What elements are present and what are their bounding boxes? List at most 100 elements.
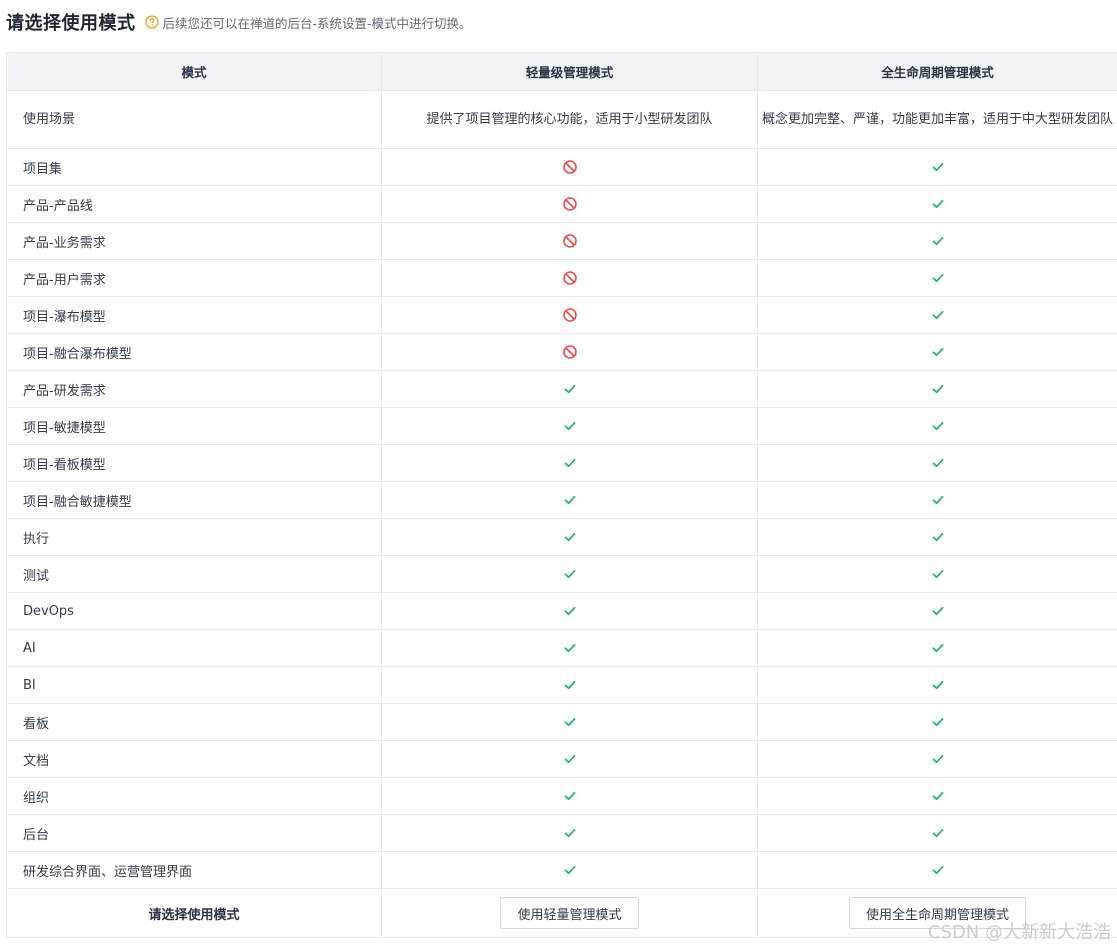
feature-label: 研发综合界面、运营管理界面 — [6, 851, 382, 889]
feature-label: DevOps — [6, 592, 382, 630]
question-circle-icon[interactable] — [144, 15, 159, 29]
forbidden-icon — [562, 233, 578, 249]
check-icon — [562, 566, 578, 582]
feature-label: 项目-敏捷模型 — [6, 407, 382, 445]
full-support-cell — [757, 444, 1117, 482]
mode-switch-hint: 后续您还可以在禅道的后台-系统设置-模式中进行切换。 — [162, 15, 472, 31]
check-icon — [562, 529, 578, 545]
feature-label: 看板 — [6, 703, 382, 741]
table-row: 研发综合界面、运营管理界面 — [6, 851, 1117, 889]
check-icon — [930, 455, 946, 471]
light-support-cell — [381, 370, 758, 408]
check-icon — [562, 492, 578, 508]
table-row: DevOps — [6, 592, 1117, 630]
table-row: 项目-敏捷模型 — [6, 407, 1117, 445]
scenario-row: 使用场景 提供了项目管理的核心功能，适用于小型研发团队 概念更加完整、严谨，功能… — [6, 90, 1117, 149]
feature-label: 执行 — [6, 518, 382, 556]
table-row: 项目集 — [6, 148, 1117, 186]
light-support-cell — [381, 555, 758, 593]
full-support-cell — [757, 370, 1117, 408]
light-support-cell — [381, 814, 758, 852]
scenario-light-text: 提供了项目管理的核心功能，适用于小型研发团队 — [381, 90, 758, 149]
feature-label: BI — [6, 666, 382, 704]
footer-label: 请选择使用模式 — [6, 888, 382, 938]
table-row: 组织 — [6, 777, 1117, 815]
check-icon — [930, 344, 946, 360]
check-icon — [930, 862, 946, 878]
table-row: 看板 — [6, 703, 1117, 741]
check-icon — [930, 233, 946, 249]
table-row: 产品-业务需求 — [6, 222, 1117, 260]
check-icon — [930, 566, 946, 582]
check-icon — [562, 714, 578, 730]
full-support-cell — [757, 222, 1117, 260]
light-support-cell — [381, 740, 758, 778]
table-row: 项目-看板模型 — [6, 444, 1117, 482]
feature-label: 测试 — [6, 555, 382, 593]
watermark: CSDN @大新新大浩浩 — [927, 922, 1111, 943]
forbidden-icon — [562, 159, 578, 175]
full-support-cell — [757, 703, 1117, 741]
feature-label: 产品-产品线 — [6, 185, 382, 223]
check-icon — [930, 381, 946, 397]
light-support-cell — [381, 666, 758, 704]
column-header-light: 轻量级管理模式 — [381, 52, 758, 91]
feature-label: 组织 — [6, 777, 382, 815]
light-support-cell — [381, 185, 758, 223]
full-support-cell — [757, 740, 1117, 778]
check-icon — [930, 603, 946, 619]
check-icon — [562, 455, 578, 471]
check-icon — [562, 825, 578, 841]
full-support-cell — [757, 481, 1117, 519]
light-support-cell — [381, 629, 758, 667]
check-icon — [930, 788, 946, 804]
use-light-mode-button[interactable]: 使用轻量管理模式 — [500, 897, 639, 929]
forbidden-icon — [562, 307, 578, 323]
table-row: 文档 — [6, 740, 1117, 778]
full-support-cell — [757, 629, 1117, 667]
full-support-cell — [757, 407, 1117, 445]
full-support-cell — [757, 777, 1117, 815]
full-support-cell — [757, 148, 1117, 186]
feature-label: 产品-研发需求 — [6, 370, 382, 408]
feature-label: 项目集 — [6, 148, 382, 186]
check-icon — [930, 640, 946, 656]
check-icon — [930, 196, 946, 212]
full-support-cell — [757, 296, 1117, 334]
feature-label: 项目-看板模型 — [6, 444, 382, 482]
check-icon — [930, 307, 946, 323]
table-row: 项目-瀑布模型 — [6, 296, 1117, 334]
check-icon — [562, 788, 578, 804]
light-support-cell — [381, 703, 758, 741]
feature-label: 项目-融合瀑布模型 — [6, 333, 382, 371]
feature-label: 项目-融合敏捷模型 — [6, 481, 382, 519]
full-support-cell — [757, 185, 1117, 223]
table-row: 产品-研发需求 — [6, 370, 1117, 408]
full-support-cell — [757, 851, 1117, 889]
full-support-cell — [757, 814, 1117, 852]
check-icon — [930, 825, 946, 841]
table-row: 项目-融合敏捷模型 — [6, 481, 1117, 519]
page-title: 请选择使用模式 — [6, 13, 136, 34]
scenario-full-text: 概念更加完整、严谨，功能更加丰富，适用于中大型研发团队 — [757, 90, 1117, 149]
light-support-cell — [381, 222, 758, 260]
feature-label: 文档 — [6, 740, 382, 778]
check-icon — [930, 418, 946, 434]
check-icon — [562, 862, 578, 878]
check-icon — [930, 751, 946, 767]
full-support-cell — [757, 259, 1117, 297]
table-row: BI — [6, 666, 1117, 704]
page-header: 请选择使用模式 后续您还可以在禅道的后台-系统设置-模式中进行切换。 — [6, 8, 472, 36]
table-row: 产品-产品线 — [6, 185, 1117, 223]
table-row: 后台 — [6, 814, 1117, 852]
full-support-cell — [757, 518, 1117, 556]
forbidden-icon — [562, 196, 578, 212]
table-row: 项目-融合瀑布模型 — [6, 333, 1117, 371]
light-support-cell — [381, 407, 758, 445]
feature-label: 项目-瀑布模型 — [6, 296, 382, 334]
light-support-cell — [381, 777, 758, 815]
check-icon — [562, 418, 578, 434]
table-row: 测试 — [6, 555, 1117, 593]
check-icon — [930, 492, 946, 508]
light-support-cell — [381, 481, 758, 519]
